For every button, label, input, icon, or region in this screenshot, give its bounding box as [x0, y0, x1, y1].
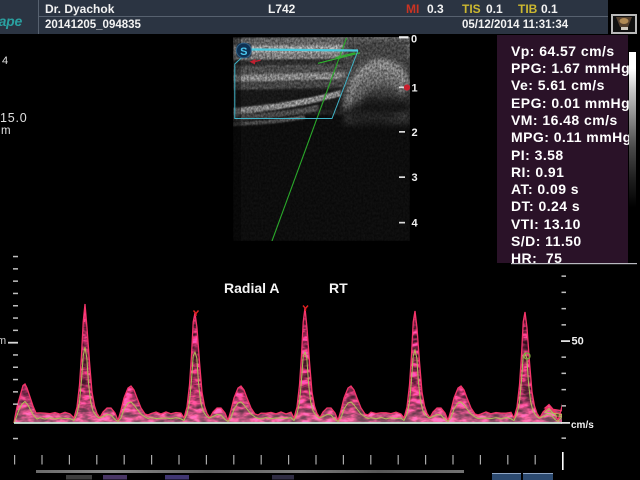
- svg-text:2: 2: [412, 127, 418, 139]
- svg-text:RT: RT: [329, 280, 348, 296]
- svg-text:S: S: [240, 46, 247, 58]
- svg-text:m: m: [0, 335, 6, 347]
- svg-text:50: 50: [572, 336, 584, 348]
- svg-text:m: m: [1, 125, 11, 137]
- svg-text:4: 4: [412, 218, 419, 230]
- svg-text:0: 0: [411, 34, 417, 46]
- svg-text:15.0: 15.0: [0, 111, 28, 125]
- svg-text:4: 4: [2, 55, 8, 67]
- svg-text:1: 1: [412, 83, 418, 95]
- svg-text:cm/s: cm/s: [571, 420, 594, 431]
- svg-text:Radial A: Radial A: [224, 280, 280, 296]
- svg-text:3: 3: [412, 172, 418, 184]
